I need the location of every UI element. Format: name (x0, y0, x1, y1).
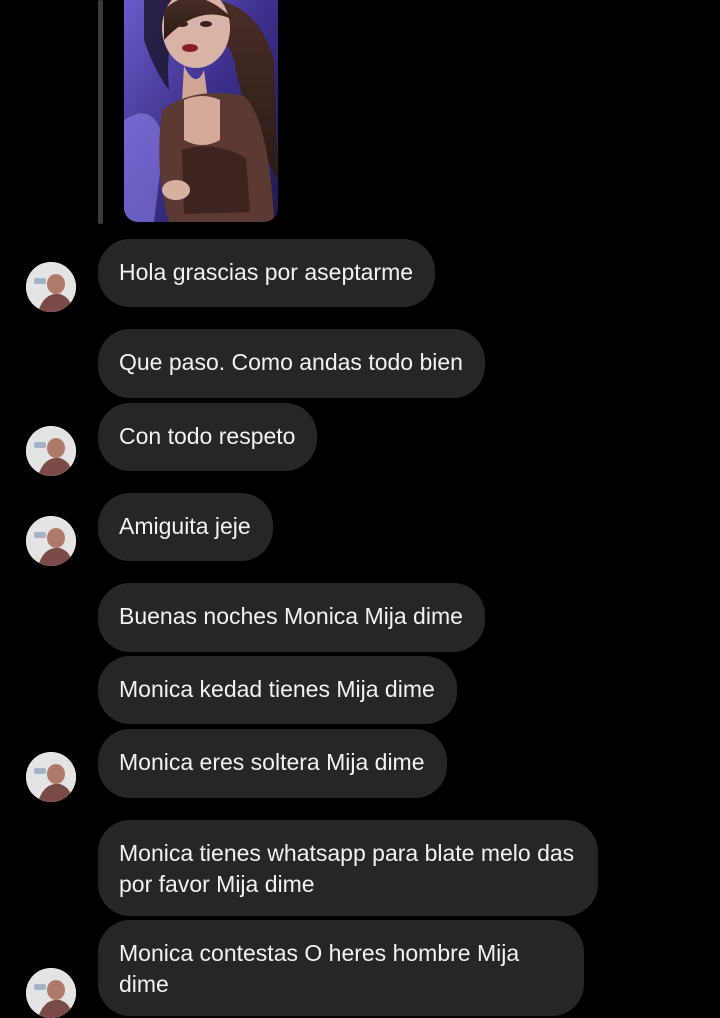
message-bubble[interactable]: Monica kedad tienes Mija dime (98, 656, 457, 724)
avatar-icon (26, 262, 76, 312)
message-text: Monica contestas O heres hombre Mija dim… (119, 940, 520, 997)
message-bubble[interactable]: Monica contestas O heres hombre Mija dim… (98, 920, 584, 1016)
shared-photo[interactable] (124, 0, 278, 222)
message-text: Monica tienes whatsapp para blate melo d… (119, 840, 575, 897)
message-bubble[interactable]: Monica eres soltera Mija dime (98, 729, 447, 798)
avatar-icon (26, 752, 76, 802)
reply-indicator-bar (98, 0, 103, 224)
message-text: Hola grascias por aseptarme (119, 259, 414, 285)
message-bubble[interactable]: Buenas noches Monica Mija dime (98, 583, 485, 652)
avatar-icon (26, 968, 76, 1018)
avatar-icon (26, 426, 76, 476)
photo-thumbnail-icon (124, 0, 278, 222)
message-bubble[interactable]: Amiguita jeje (98, 493, 273, 561)
message-bubble[interactable]: Hola grascias por aseptarme (98, 239, 436, 307)
message-text: Con todo respeto (119, 423, 296, 449)
message-bubble[interactable]: Monica tienes whatsapp para blate melo d… (98, 820, 598, 916)
sender-avatar[interactable] (26, 968, 76, 1018)
sender-avatar[interactable] (26, 262, 76, 312)
message-text: Monica kedad tienes Mija dime (119, 676, 435, 702)
message-bubble[interactable]: Que paso. Como andas todo bien (98, 329, 485, 398)
message-text: Amiguita jeje (119, 513, 251, 539)
sender-avatar[interactable] (26, 426, 76, 476)
message-text: Buenas noches Monica Mija dime (119, 603, 463, 629)
sender-avatar[interactable] (26, 516, 76, 566)
message-bubble[interactable]: Con todo respeto (98, 403, 318, 471)
message-text: Monica eres soltera Mija dime (119, 749, 425, 775)
avatar-icon (26, 516, 76, 566)
sender-avatar[interactable] (26, 752, 76, 802)
message-text: Que paso. Como andas todo bien (119, 349, 463, 375)
